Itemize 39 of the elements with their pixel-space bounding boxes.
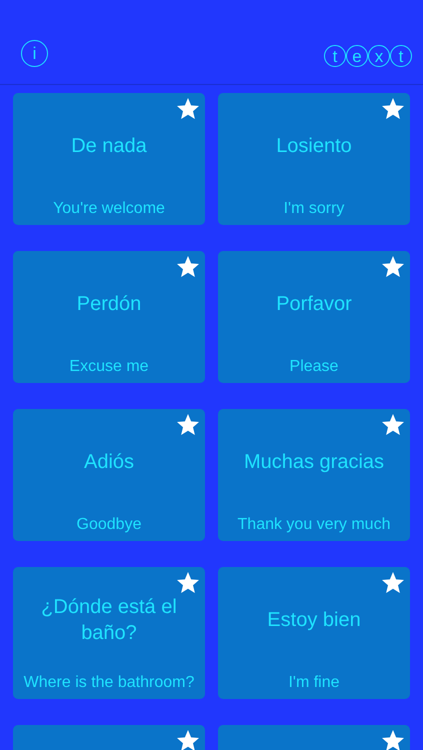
logo-letter: t <box>324 45 346 67</box>
star-icon[interactable] <box>381 729 405 750</box>
info-button[interactable]: i <box>21 40 48 67</box>
star-icon[interactable] <box>176 255 200 279</box>
star-icon[interactable] <box>381 97 405 121</box>
translation-text: Thank you very much <box>238 515 390 535</box>
translation-text: I'm sorry <box>284 199 344 219</box>
translation-text: I'm fine <box>288 673 340 693</box>
star-icon[interactable] <box>381 413 405 437</box>
translation-text: Excuse me <box>69 357 149 377</box>
logo-letter: x <box>368 45 390 67</box>
star-icon[interactable] <box>176 97 200 121</box>
star-icon[interactable] <box>176 729 200 750</box>
phrase-text: Estoy bien <box>267 608 361 633</box>
translation-text: Please <box>290 357 338 377</box>
translation-text: Where is the bathroom? <box>24 673 194 693</box>
translation-text: You're welcome <box>53 199 165 219</box>
phrase-text: Losiento <box>276 134 352 159</box>
phrase-text: Porfavor <box>276 292 352 317</box>
phrase-card[interactable]: Porfavor Please <box>218 251 410 383</box>
star-icon[interactable] <box>381 571 405 595</box>
phrase-card[interactable]: Muchas gracias Thank you very much <box>218 409 410 541</box>
phrase-text: Perdón <box>76 292 142 317</box>
translation-text: Goodbye <box>76 515 142 535</box>
phrase-text: De nada <box>71 134 147 159</box>
phrase-card[interactable]: Losiento I'm sorry <box>218 93 410 225</box>
phrase-text: ¿Dónde está el baño? <box>40 595 178 646</box>
logo-letter: e <box>346 45 368 67</box>
phrase-card[interactable]: Adiós Goodbye <box>13 409 205 541</box>
phrase-card[interactable]: Estoy bien I'm fine <box>218 567 410 699</box>
phrase-text: Muchas gracias <box>244 450 384 475</box>
phrase-card[interactable]: ¿Dónde está el baño? Where is the bathroom? <box>13 567 205 699</box>
phrase-card[interactable]: De nada You're welcome <box>13 93 205 225</box>
logo-letter: t <box>390 45 412 67</box>
star-icon[interactable] <box>381 255 405 279</box>
star-icon[interactable] <box>176 571 200 595</box>
phrase-text: Adiós <box>84 450 134 475</box>
star-icon[interactable] <box>176 413 200 437</box>
phrase-card[interactable]: Perdón Excuse me <box>13 251 205 383</box>
